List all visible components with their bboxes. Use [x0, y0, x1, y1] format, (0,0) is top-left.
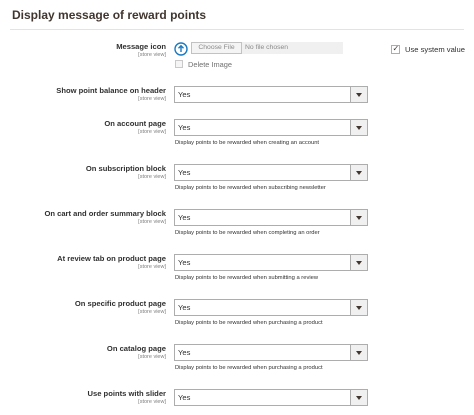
scope-label: [store view]	[138, 52, 166, 58]
field-note: Display points to be rewarded when subsc…	[175, 185, 326, 191]
review-tab-select[interactable]: Yes	[174, 254, 368, 271]
field-label: On cart and order summary block	[44, 209, 166, 218]
chevron-down-icon	[350, 300, 367, 315]
use-points-slider-select[interactable]: Yes	[174, 389, 368, 406]
field-label-group: On account page [store view]	[6, 119, 166, 135]
chevron-down-icon	[350, 210, 367, 225]
select-value: Yes	[178, 258, 191, 267]
select-value: Yes	[178, 393, 191, 402]
show-point-balance-select[interactable]: Yes	[174, 86, 368, 103]
select-value: Yes	[178, 303, 191, 312]
field-note: Display points to be rewarded when submi…	[175, 275, 319, 281]
title-divider	[10, 29, 464, 30]
upload-icon	[174, 42, 188, 56]
scope-label: [store view]	[138, 264, 166, 270]
field-label: On subscription block	[85, 164, 166, 173]
select-value: Yes	[178, 213, 191, 222]
field-note: Display points to be rewarded when purch…	[175, 365, 323, 371]
catalog-page-select[interactable]: Yes	[174, 344, 368, 361]
delete-image-label: Delete Image	[188, 60, 232, 69]
scope-label: [store view]	[138, 129, 166, 135]
field-label-group: Use points with slider [store view]	[6, 389, 166, 405]
field-label-group: On cart and order summary block [store v…	[6, 209, 166, 225]
on-cart-summary-select[interactable]: Yes	[174, 209, 368, 226]
select-value: Yes	[178, 90, 191, 99]
specific-product-page-select[interactable]: Yes	[174, 299, 368, 316]
field-label: At review tab on product page	[57, 254, 166, 263]
field-label: Use points with slider	[87, 389, 166, 398]
field-label: On account page	[104, 119, 166, 128]
field-note: Display points to be rewarded when creat…	[175, 140, 320, 146]
scope-label: [store view]	[138, 219, 166, 225]
field-label-group: On subscription block [store view]	[6, 164, 166, 180]
section-title: Display message of reward points	[12, 8, 207, 22]
on-account-page-select[interactable]: Yes	[174, 119, 368, 136]
file-status: No file chosen	[242, 42, 343, 54]
use-system-value-label: Use system value	[405, 45, 465, 54]
chevron-down-icon	[350, 165, 367, 180]
field-label: Message icon	[116, 42, 166, 51]
field-label-group: At review tab on product page [store vie…	[6, 254, 166, 270]
on-subscription-block-select[interactable]: Yes	[174, 164, 368, 181]
field-note: Display points to be rewarded when compl…	[175, 230, 320, 236]
chevron-down-icon	[350, 87, 367, 102]
message-icon-label-group: Message icon [store view]	[6, 42, 166, 58]
scope-label: [store view]	[138, 96, 166, 102]
chevron-down-icon	[350, 255, 367, 270]
select-value: Yes	[178, 348, 191, 357]
field-label: On catalog page	[106, 344, 166, 353]
scope-label: [store view]	[138, 174, 166, 180]
field-label: Show point balance on header	[56, 86, 166, 95]
field-label-group: Show point balance on header [store view…	[6, 86, 166, 102]
select-value: Yes	[178, 123, 191, 132]
field-label-group: On catalog page [store view]	[6, 344, 166, 360]
delete-image-checkbox[interactable]	[175, 60, 183, 68]
select-value: Yes	[178, 168, 191, 177]
scope-label: [store view]	[138, 354, 166, 360]
scope-label: [store view]	[138, 309, 166, 315]
use-system-value-checkbox[interactable]	[391, 44, 400, 54]
chevron-down-icon	[350, 345, 367, 360]
choose-file-button[interactable]: Choose File	[191, 42, 242, 54]
field-note: Display points to be rewarded when purch…	[175, 320, 323, 326]
field-label: On specific product page	[74, 299, 166, 308]
scope-label: [store view]	[138, 399, 166, 405]
chevron-down-icon	[350, 120, 367, 135]
field-label-group: On specific product page [store view]	[6, 299, 166, 315]
chevron-down-icon	[350, 390, 367, 405]
